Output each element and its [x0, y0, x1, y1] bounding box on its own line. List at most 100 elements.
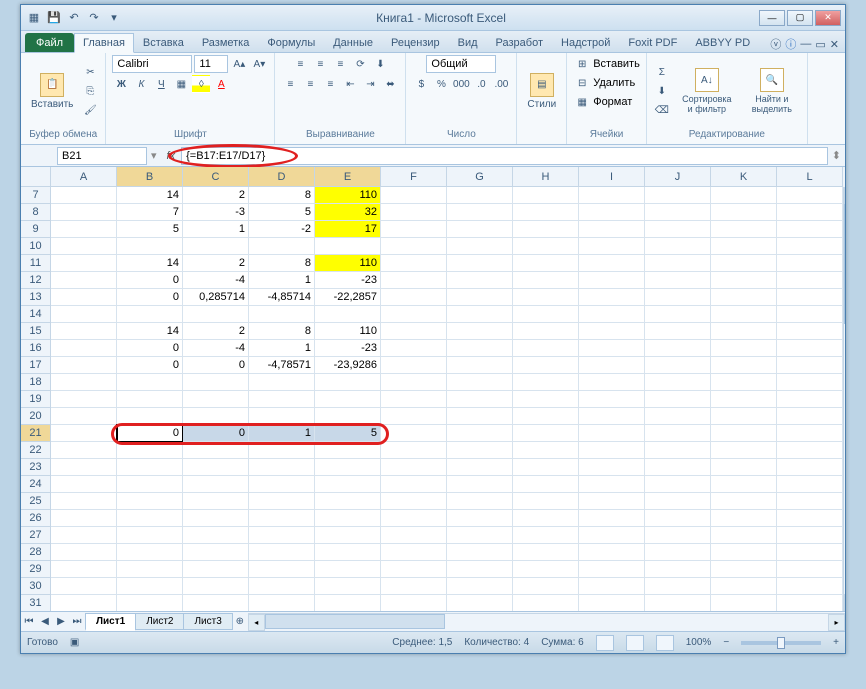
cell-L19[interactable]	[777, 391, 843, 408]
cell-G17[interactable]	[447, 357, 513, 374]
tab-foxit[interactable]: Foxit PDF	[619, 33, 686, 52]
cell-A26[interactable]	[51, 510, 117, 527]
cell-F31[interactable]	[381, 595, 447, 611]
col-header-K[interactable]: K	[711, 167, 777, 187]
cell-C20[interactable]	[183, 408, 249, 425]
inc-decimal-icon[interactable]: .0	[472, 75, 490, 93]
cell-K24[interactable]	[711, 476, 777, 493]
col-header-G[interactable]: G	[447, 167, 513, 187]
font-color-icon[interactable]: A	[212, 75, 230, 93]
cell-B31[interactable]	[117, 595, 183, 611]
tab-insert[interactable]: Вставка	[134, 33, 193, 52]
border-icon[interactable]: ▦	[172, 75, 190, 93]
cell-I10[interactable]	[579, 238, 645, 255]
cell-I7[interactable]	[579, 187, 645, 204]
row-header-14[interactable]: 14	[21, 306, 51, 323]
format-cells-button[interactable]: ▦Формат	[573, 93, 632, 111]
cell-B30[interactable]	[117, 578, 183, 595]
row-header-10[interactable]: 10	[21, 238, 51, 255]
cell-J31[interactable]	[645, 595, 711, 611]
cell-I12[interactable]	[579, 272, 645, 289]
cell-F8[interactable]	[381, 204, 447, 221]
cell-I25[interactable]	[579, 493, 645, 510]
view-pagebreak-icon[interactable]	[656, 635, 674, 651]
cell-A10[interactable]	[51, 238, 117, 255]
row-header-19[interactable]: 19	[21, 391, 51, 408]
cell-C25[interactable]	[183, 493, 249, 510]
cell-G29[interactable]	[447, 561, 513, 578]
cell-K18[interactable]	[711, 374, 777, 391]
cell-G26[interactable]	[447, 510, 513, 527]
cell-E11[interactable]: 110	[315, 255, 381, 272]
tab-layout[interactable]: Разметка	[193, 33, 259, 52]
undo-icon[interactable]: ↶	[65, 9, 83, 27]
cell-E26[interactable]	[315, 510, 381, 527]
number-format-combo[interactable]: Общий	[426, 55, 496, 73]
row-header-26[interactable]: 26	[21, 510, 51, 527]
cell-A28[interactable]	[51, 544, 117, 561]
cell-D29[interactable]	[249, 561, 315, 578]
cell-F12[interactable]	[381, 272, 447, 289]
cell-D17[interactable]: -4,78571	[249, 357, 315, 374]
cell-B19[interactable]	[117, 391, 183, 408]
cell-F10[interactable]	[381, 238, 447, 255]
cell-G27[interactable]	[447, 527, 513, 544]
cell-G11[interactable]	[447, 255, 513, 272]
cell-K23[interactable]	[711, 459, 777, 476]
cell-L23[interactable]	[777, 459, 843, 476]
zoom-out-icon[interactable]: −	[723, 637, 729, 648]
cell-I30[interactable]	[579, 578, 645, 595]
cell-L11[interactable]	[777, 255, 843, 272]
cell-A30[interactable]	[51, 578, 117, 595]
cell-A17[interactable]	[51, 357, 117, 374]
cell-E21[interactable]: 5	[315, 425, 381, 442]
cell-H26[interactable]	[513, 510, 579, 527]
align-bottom-icon[interactable]: ≡	[331, 55, 349, 73]
cell-E22[interactable]	[315, 442, 381, 459]
cell-D28[interactable]	[249, 544, 315, 561]
cell-G9[interactable]	[447, 221, 513, 238]
row-header-7[interactable]: 7	[21, 187, 51, 204]
format-painter-icon[interactable]: 🖌	[81, 101, 99, 119]
col-header-J[interactable]: J	[645, 167, 711, 187]
cell-F9[interactable]	[381, 221, 447, 238]
cell-L18[interactable]	[777, 374, 843, 391]
cell-K15[interactable]	[711, 323, 777, 340]
cell-I29[interactable]	[579, 561, 645, 578]
cell-K21[interactable]	[711, 425, 777, 442]
cell-J25[interactable]	[645, 493, 711, 510]
col-header-C[interactable]: C	[183, 167, 249, 187]
row-header-16[interactable]: 16	[21, 340, 51, 357]
scroll-down-icon[interactable]: ▾	[844, 594, 845, 611]
cell-K10[interactable]	[711, 238, 777, 255]
cell-H18[interactable]	[513, 374, 579, 391]
cell-C18[interactable]	[183, 374, 249, 391]
cell-J9[interactable]	[645, 221, 711, 238]
ribbon-minimize-icon[interactable]: ⓥ	[770, 36, 781, 52]
formula-input[interactable]: {=B17:E17/D17}	[181, 147, 828, 165]
col-header-E[interactable]: E	[315, 167, 381, 187]
merge-icon[interactable]: ⬌	[381, 75, 399, 93]
cell-L24[interactable]	[777, 476, 843, 493]
cell-K31[interactable]	[711, 595, 777, 611]
cell-D11[interactable]: 8	[249, 255, 315, 272]
fx-icon[interactable]: fx	[167, 150, 176, 162]
row-header-28[interactable]: 28	[21, 544, 51, 561]
cell-J29[interactable]	[645, 561, 711, 578]
cell-D12[interactable]: 1	[249, 272, 315, 289]
cell-A18[interactable]	[51, 374, 117, 391]
cell-B28[interactable]	[117, 544, 183, 561]
cell-E12[interactable]: -23	[315, 272, 381, 289]
cell-I8[interactable]	[579, 204, 645, 221]
cell-K30[interactable]	[711, 578, 777, 595]
cell-E7[interactable]: 110	[315, 187, 381, 204]
sheet-tab-3[interactable]: Лист3	[183, 613, 232, 630]
indent-inc-icon[interactable]: ⇥	[361, 75, 379, 93]
minimize-button[interactable]: —	[759, 10, 785, 26]
tab-home[interactable]: Главная	[74, 33, 134, 53]
cell-H25[interactable]	[513, 493, 579, 510]
zoom-slider[interactable]	[741, 641, 821, 645]
cell-B16[interactable]: 0	[117, 340, 183, 357]
cell-L16[interactable]	[777, 340, 843, 357]
cell-L7[interactable]	[777, 187, 843, 204]
